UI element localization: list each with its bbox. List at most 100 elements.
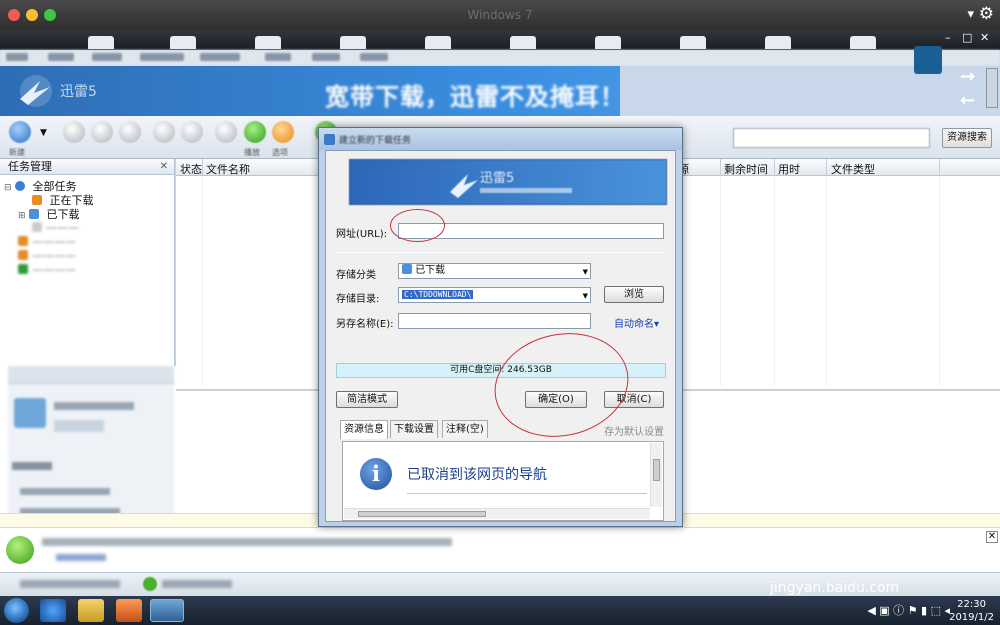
chevron-down-icon[interactable]: ▼ <box>583 289 588 303</box>
tree-item-blurred[interactable]: ——— <box>32 221 79 234</box>
delete-icon[interactable] <box>119 121 141 143</box>
vm-title-bar: Windows 7 ▾ ⚙ <box>0 0 1000 30</box>
annotation-circle-url <box>390 209 445 242</box>
banner-slogan: 宽带下载，迅雷不及掩耳！ <box>325 83 625 111</box>
status-text <box>20 580 120 588</box>
app-icon[interactable] <box>116 599 142 622</box>
thunder-taskbar-icon[interactable] <box>150 599 184 622</box>
menu-item[interactable] <box>92 53 122 61</box>
restore-icon[interactable]: □ <box>962 31 972 44</box>
system-tray[interactable]: ◀ ▣ ⓘ ⚑ ▮ ⬚ ◂ <box>867 602 950 618</box>
down-icon[interactable] <box>181 121 203 143</box>
save-default-link[interactable]: 存为默认设置 <box>604 423 664 438</box>
column-elapsed[interactable]: 用时 <box>778 161 800 177</box>
play-icon[interactable] <box>244 121 266 143</box>
menu-item[interactable] <box>360 53 388 61</box>
column-status[interactable]: 状态 <box>180 161 202 177</box>
folder-icon[interactable] <box>78 599 104 622</box>
new-task-dialog: 建立新的下载任务 迅雷5 网址(URL): 存储分类 已下载 ▼ 存储目录: C… <box>318 127 683 527</box>
tree-item-downloaded[interactable]: ⊞ 已下载 <box>18 206 80 222</box>
plugin-icon[interactable] <box>143 577 157 591</box>
chevron-down-icon[interactable]: ▼ <box>583 265 588 279</box>
column-divider[interactable] <box>939 159 940 176</box>
tab-notes[interactable]: 注释(空) <box>442 420 488 438</box>
ie-icon[interactable] <box>40 599 66 622</box>
menu-item[interactable] <box>6 53 28 61</box>
scroll-thumb[interactable] <box>653 459 660 481</box>
tree-item-blurred[interactable]: ———— <box>18 235 76 248</box>
menu-item[interactable] <box>200 53 240 61</box>
grid-line <box>720 176 721 386</box>
menu-item[interactable] <box>140 53 184 61</box>
chevron-down-icon[interactable]: ▾ <box>967 7 974 22</box>
pause-icon[interactable] <box>91 121 113 143</box>
expand-icon[interactable]: ⊞ <box>18 211 26 221</box>
panel-title: 任务管理 <box>8 160 52 173</box>
clock-date: 2019/1/2 <box>949 612 994 623</box>
column-filename[interactable]: 文件名称 <box>206 161 250 177</box>
menu-item[interactable] <box>312 53 340 61</box>
tab-shape <box>850 36 876 49</box>
skin-button[interactable] <box>914 46 942 74</box>
close-icon[interactable]: ✕ <box>160 159 168 174</box>
category-value: 已下载 <box>415 265 446 276</box>
tab-shape <box>340 36 366 49</box>
new-task-icon[interactable] <box>9 121 31 143</box>
horizontal-scrollbar[interactable] <box>344 508 650 519</box>
tree-item-blurred[interactable]: ———— <box>18 263 76 276</box>
column-filetype[interactable]: 文件类型 <box>831 161 875 177</box>
tree-item-blurred[interactable]: ———— <box>18 249 76 262</box>
start-icon[interactable] <box>63 121 85 143</box>
app-title-strip <box>0 30 1000 50</box>
vertical-scrollbar[interactable] <box>650 443 662 507</box>
collapse-icon[interactable]: ⊟ <box>4 183 12 193</box>
column-remaining[interactable]: 剩余时间 <box>724 161 768 177</box>
options-icon[interactable] <box>272 121 294 143</box>
url-label: 网址(URL): <box>336 229 388 240</box>
back-arrow-icon[interactable]: ← <box>960 90 975 111</box>
menu-item[interactable] <box>265 53 291 61</box>
clock[interactable]: 22:30 2019/1/2 <box>949 598 994 624</box>
notification-link[interactable] <box>56 554 106 561</box>
info-message: 已取消到该网页的导航 <box>407 467 547 483</box>
start-button[interactable] <box>4 598 29 623</box>
info-icon: i <box>360 458 392 490</box>
tab-resource-info[interactable]: 资源信息 <box>340 420 388 439</box>
column-divider[interactable] <box>774 159 775 176</box>
search-button[interactable]: 资源搜索 <box>942 128 992 148</box>
search-input[interactable] <box>733 128 930 148</box>
saveas-input[interactable] <box>398 313 591 329</box>
menu-item[interactable] <box>48 53 74 61</box>
gear-icon[interactable]: ⚙ <box>979 4 994 24</box>
directory-value: C:\TDDOWNLOAD\ <box>402 290 474 299</box>
tab-shape <box>680 36 706 49</box>
simple-mode-button[interactable]: 简洁模式 <box>336 391 398 408</box>
grid-line <box>202 176 203 386</box>
grid-line <box>774 176 775 386</box>
category-select[interactable]: 已下载 ▼ <box>398 263 591 279</box>
column-divider[interactable] <box>826 159 827 176</box>
auto-name-link[interactable]: 自动命名▾ <box>614 315 659 330</box>
vm-title: Windows 7 <box>467 8 533 22</box>
up-icon[interactable] <box>153 121 175 143</box>
minimize-icon[interactable]: – <box>945 31 951 44</box>
close-icon[interactable]: ✕ <box>980 31 989 44</box>
scroll-thumb[interactable] <box>358 511 486 517</box>
column-divider[interactable] <box>202 159 203 176</box>
thunder-icon <box>324 134 335 145</box>
tab-download-settings[interactable]: 下载设置 <box>390 420 438 438</box>
notification-text <box>42 538 452 546</box>
close-icon[interactable]: ✕ <box>986 531 998 543</box>
open-icon[interactable] <box>215 121 237 143</box>
dialog-title: 建立新的下载任务 <box>339 136 412 146</box>
thunder-logo-icon: 迅雷5 <box>450 171 572 198</box>
dialog-body: 迅雷5 网址(URL): 存储分类 已下载 ▼ 存储目录: C:\TDDOWNL… <box>325 150 676 522</box>
browse-button[interactable]: 浏览 <box>604 286 664 303</box>
info-icon <box>6 536 34 564</box>
side-handle[interactable] <box>986 68 998 108</box>
forward-arrow-icon[interactable]: → <box>960 66 975 87</box>
directory-label: 存储目录: <box>336 294 380 305</box>
chevron-down-icon[interactable]: ▼ <box>40 128 47 138</box>
column-divider[interactable] <box>720 159 721 176</box>
directory-select[interactable]: C:\TDDOWNLOAD\ ▼ <box>398 287 591 303</box>
